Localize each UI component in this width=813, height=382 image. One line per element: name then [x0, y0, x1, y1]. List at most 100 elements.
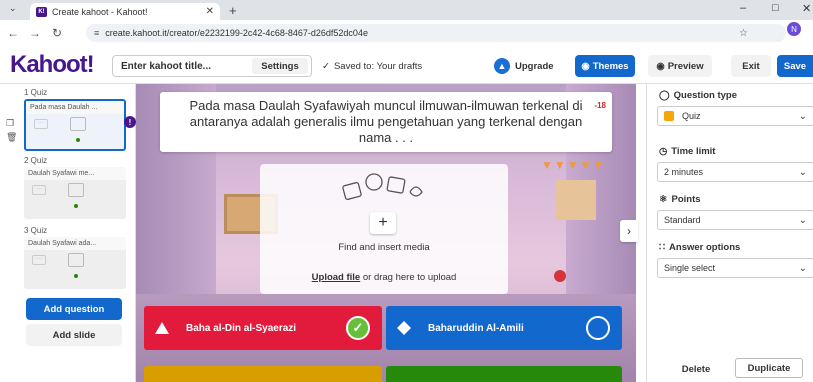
correct-dot — [74, 274, 78, 278]
add-question-button[interactable]: Add question — [26, 298, 122, 320]
media-doodle-icon — [342, 173, 423, 201]
correct-dot — [76, 138, 80, 142]
answer-options-icon: ∷ — [659, 242, 666, 253]
close-tab-icon[interactable]: ✕ — [206, 6, 214, 17]
settings-panel: ◯ Question type Quiz ⌄ ◷ Time limit 2 minu… — [646, 84, 813, 382]
slide-preview-text: Pada masa Daulah ... — [26, 101, 124, 114]
tab-title: Create kahoot - Kahoot! — [52, 6, 148, 17]
warning-icon[interactable]: ! — [124, 116, 136, 128]
background-bunting: ▼▼▼▼▼ — [541, 158, 606, 172]
timer-placeholder: ··· — [32, 255, 46, 265]
time-limit-label: Time limit — [671, 146, 716, 157]
slide-label: 1 Quiz — [24, 88, 48, 97]
address-bar: ← → ↻ ≡ create.kahoot.it/creator/e223219… — [0, 20, 813, 46]
slide-thumbnail[interactable]: Daulah Syafawi me... ··· — [24, 167, 126, 219]
save-button[interactable]: Save — [777, 55, 813, 77]
timer-placeholder: ··· — [32, 185, 46, 195]
kahoot-logo[interactable]: Kahoot! — [10, 51, 95, 79]
slide-thumbnail[interactable]: Pada masa Daulah ... ··· — [24, 99, 126, 151]
quiz-icon — [664, 111, 674, 121]
diamond-icon — [390, 321, 418, 335]
question-type-label: Question type — [673, 90, 737, 101]
delete-button[interactable]: Delete — [673, 360, 719, 378]
duplicate-slide-icon[interactable]: ❐ — [6, 118, 14, 129]
browser-tab[interactable]: K! Create kahoot - Kahoot! ✕ — [30, 3, 220, 20]
answer-option-3[interactable] — [144, 366, 382, 382]
bookmark-star-icon[interactable]: ☆ — [739, 28, 748, 39]
upload-file-link[interactable]: Upload file — [312, 272, 361, 283]
time-limit-value: 2 minutes — [664, 167, 704, 177]
correct-answer-toggle[interactable] — [586, 316, 610, 340]
upgrade-button[interactable]: ▲ Upgrade — [494, 58, 554, 74]
back-icon[interactable]: ← — [4, 26, 22, 40]
settings-button[interactable]: Settings — [252, 58, 308, 74]
exit-button[interactable]: Exit — [731, 55, 771, 77]
answer-options-label: Answer options — [669, 242, 741, 253]
url-field[interactable]: ≡ create.kahoot.it/creator/e2232199-2c42… — [86, 24, 786, 42]
points-label: Points — [671, 194, 701, 205]
media-upload-area[interactable]: + Find and insert media Upload file or d… — [260, 164, 508, 294]
answer-option-2[interactable]: Baharuddin Al-Amili — [386, 306, 622, 350]
preview-button[interactable]: ◉ Preview — [648, 55, 712, 77]
question-input[interactable]: Pada masa Daulah Syafawiyah muncul ilmuw… — [160, 92, 612, 152]
saved-status: ✓ Saved to: Your drafts — [322, 61, 422, 72]
eye-icon: ◉ — [656, 60, 665, 72]
answer-options-select[interactable]: Single select ⌄ — [657, 258, 813, 278]
close-window-icon[interactable]: ✕ — [802, 2, 811, 15]
forward-icon[interactable]: → — [26, 26, 44, 40]
add-slide-button[interactable]: Add slide — [26, 324, 122, 346]
delete-slide-icon[interactable]: 🗑 — [6, 132, 17, 143]
maximize-icon[interactable]: □ — [772, 2, 779, 14]
saved-status-text: Saved to: Your drafts — [333, 61, 423, 72]
slide-item[interactable]: 3 Quiz Daulah Syafawi ada... ··· — [6, 226, 126, 289]
answer-option-4[interactable] — [386, 366, 622, 382]
slide-label: 3 Quiz — [24, 226, 48, 235]
themes-button[interactable]: ◉ Themes — [575, 55, 635, 77]
slide-thumbnail[interactable]: Daulah Syafawi ada... ··· — [24, 237, 126, 289]
image-placeholder-icon — [68, 253, 84, 267]
upload-hint-text: or drag here to upload — [360, 272, 457, 283]
time-limit-heading: ◷ Time limit — [659, 146, 715, 157]
time-limit-select[interactable]: 2 minutes ⌄ — [657, 162, 813, 182]
profile-avatar[interactable]: N — [787, 22, 801, 36]
upgrade-label: Upgrade — [515, 60, 554, 72]
points-select[interactable]: Standard ⌄ — [657, 210, 813, 230]
answer-option-1[interactable]: Baha al-Din al-Syaerazi ✓ — [144, 306, 382, 350]
check-icon: ✓ — [322, 61, 330, 72]
site-settings-icon[interactable]: ≡ — [94, 28, 99, 38]
slide-preview-text: Daulah Syafawi ada... — [24, 237, 126, 250]
chevron-down-icon: ⌄ — [798, 110, 807, 122]
upgrade-icon: ▲ — [494, 58, 510, 74]
new-tab-icon[interactable]: + — [229, 3, 237, 18]
slide-item[interactable]: 2 Quiz Daulah Syafawi me... ··· — [6, 156, 126, 219]
chevron-down-icon: ⌄ — [798, 166, 807, 178]
answer-options-heading: ∷ Answer options — [659, 242, 740, 253]
clock-icon: ◷ — [659, 146, 668, 157]
question-type-heading: ◯ Question type — [659, 90, 737, 101]
answer-text[interactable]: Baharuddin Al-Amili — [428, 323, 586, 334]
slide-preview-text: Daulah Syafawi me... — [24, 167, 126, 180]
minimize-icon[interactable]: – — [740, 2, 746, 14]
answer-text[interactable]: Baha al-Din al-Syaerazi — [186, 323, 346, 334]
question-type-select[interactable]: Quiz ⌄ — [657, 106, 813, 126]
reload-icon[interactable]: ↻ — [48, 26, 66, 40]
duplicate-button[interactable]: Duplicate — [735, 358, 803, 378]
slide-item[interactable]: 1 Quiz Pada masa Daulah ... ··· ! — [6, 88, 136, 151]
points-value: Standard — [664, 215, 701, 225]
image-placeholder-icon — [68, 183, 84, 197]
insert-media-button[interactable]: + — [370, 212, 396, 234]
find-media-label: Find and insert media — [338, 242, 430, 253]
correct-dot — [74, 204, 78, 208]
trophy-icon: ⚛ — [659, 194, 668, 205]
correct-answer-toggle[interactable]: ✓ — [346, 316, 370, 340]
slide-sidebar: 1 Quiz Pada masa Daulah ... ··· ! ❐ 🗑 2 … — [0, 84, 136, 382]
browser-tab-bar: ⌄ K! Create kahoot - Kahoot! ✕ + – □ ✕ — [0, 0, 813, 20]
background-apple — [554, 270, 566, 282]
collapse-panel-icon[interactable]: › — [620, 220, 638, 242]
tab-search-icon[interactable]: ⌄ — [9, 3, 17, 14]
kahoot-header: Kahoot! Enter kahoot title... Settings ✓… — [0, 46, 813, 84]
character-counter: -18 — [594, 101, 606, 110]
kahoot-favicon: K! — [36, 6, 47, 17]
chevron-down-icon: ⌄ — [798, 214, 807, 226]
question-type-value: Quiz — [682, 111, 701, 121]
